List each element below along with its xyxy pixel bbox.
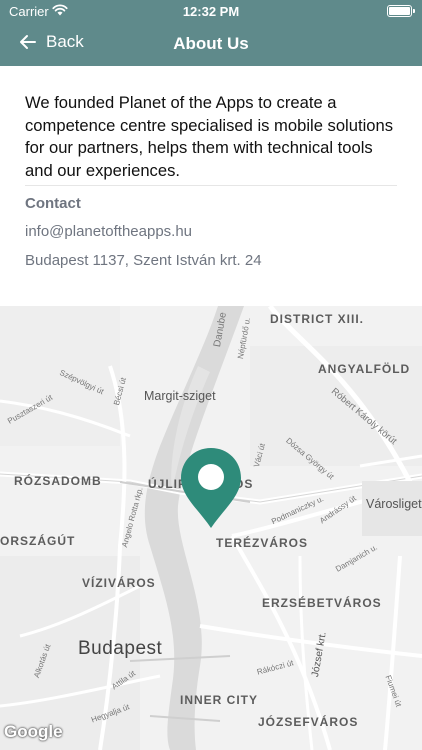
- navigation-header: Carrier 12:32 PM Back About Us: [0, 0, 422, 66]
- battery-icon: [387, 5, 415, 17]
- map-label-orszagut: ORSZÁGÚT: [0, 534, 76, 548]
- map-label-margit-sziget: Margit-sziget: [144, 389, 216, 403]
- map-label-varosliget: Városliget: [366, 497, 422, 511]
- map-label-vizivaros: VÍZIVÁROS: [82, 576, 156, 590]
- location-pin-icon[interactable]: [179, 446, 243, 530]
- about-description: We founded Planet of the Apps to create …: [25, 93, 394, 180]
- map-label-erzsebetvaros: ERZSÉBETVÁROS: [262, 596, 382, 610]
- google-logo[interactable]: Google: [4, 722, 63, 742]
- contact-heading: Contact: [25, 195, 81, 212]
- contact-address: Budapest 1137, Szent István krt. 24: [25, 252, 262, 269]
- divider: [25, 185, 397, 186]
- location-map[interactable]: DISTRICT XIII. ANGYALFÖLD Margit-sziget …: [0, 306, 422, 750]
- contact-email-link[interactable]: info@planetoftheapps.hu: [25, 223, 192, 240]
- map-label-jozsefvaros: JÓZSEFVÁROS: [258, 715, 359, 729]
- about-content: We founded Planet of the Apps to create …: [0, 66, 422, 306]
- status-time: 12:32 PM: [182, 4, 240, 19]
- page-title: About Us: [173, 34, 249, 53]
- map-label-rozsadomb: RÓZSADOMB: [14, 474, 102, 488]
- map-label-terezvaros: TERÉZVÁROS: [216, 536, 309, 550]
- map-label-inner-city: INNER CITY: [180, 693, 259, 707]
- status-bar: Carrier 12:32 PM: [0, 0, 422, 22]
- nav-bar: Back About Us: [0, 22, 422, 66]
- map-label-angyalfold: ANGYALFÖLD: [318, 362, 411, 376]
- map-label-budapest: Budapest: [78, 638, 163, 659]
- map-label-district-xiii: DISTRICT XIII.: [270, 312, 365, 326]
